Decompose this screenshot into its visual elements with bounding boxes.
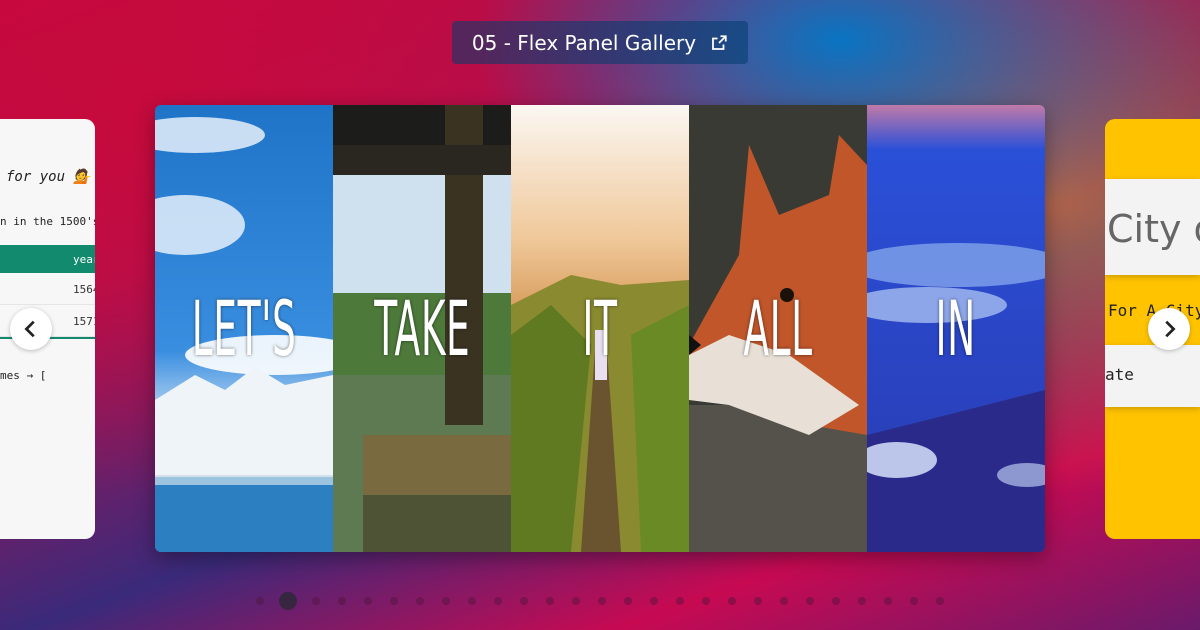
panel-word: TAKE: [373, 284, 471, 373]
previous-button[interactable]: [10, 308, 52, 350]
pagination-dot[interactable]: [936, 597, 944, 605]
pagination-dot[interactable]: [598, 597, 606, 605]
gallery-panel[interactable]: IN: [867, 105, 1045, 552]
pagination-dot[interactable]: [728, 597, 736, 605]
panel-word: ALL: [743, 284, 813, 373]
card-text: mes → [: [0, 369, 47, 382]
card-text: for you 💁: [6, 169, 91, 185]
pagination-dot[interactable]: [702, 597, 710, 605]
pagination-dot[interactable]: [520, 597, 528, 605]
pagination-dot[interactable]: [390, 597, 398, 605]
pagination-dot[interactable]: [572, 597, 580, 605]
pagination-dot[interactable]: [832, 597, 840, 605]
table-row: 1564: [0, 273, 95, 305]
pagination-dot[interactable]: [910, 597, 918, 605]
project-title-link[interactable]: 05 - Flex Panel Gallery: [452, 21, 748, 64]
pagination-dot[interactable]: [858, 597, 866, 605]
card-text: n in the 1500's: [0, 215, 95, 228]
gallery-panel[interactable]: TAKE: [333, 105, 511, 552]
pagination-dot[interactable]: [494, 597, 502, 605]
pagination-dot-active[interactable]: [279, 592, 297, 610]
pagination-dot[interactable]: [754, 597, 762, 605]
pagination-dot[interactable]: [624, 597, 632, 605]
pagination-dot[interactable]: [676, 597, 684, 605]
pagination-dot[interactable]: [338, 597, 346, 605]
pagination-dot[interactable]: [780, 597, 788, 605]
pagination-dot[interactable]: [416, 597, 424, 605]
gallery-panel[interactable]: IT: [511, 105, 689, 552]
pagination-dot[interactable]: [650, 597, 658, 605]
pagination-dot[interactable]: [468, 597, 476, 605]
pagination-dots: [0, 591, 1200, 611]
pagination-dot[interactable]: [442, 597, 450, 605]
pagination-dot[interactable]: [806, 597, 814, 605]
next-button[interactable]: [1148, 308, 1190, 350]
chevron-left-icon: [24, 320, 35, 338]
suggestion-item: ate: [1105, 345, 1200, 407]
panel-word: IN: [935, 284, 977, 373]
gallery-panel[interactable]: LET'S: [155, 105, 333, 552]
panel-word: LET'S: [191, 284, 297, 373]
flex-panel-gallery: LET'S TAKE IT ALL IN: [155, 105, 1045, 552]
pagination-dot[interactable]: [256, 597, 264, 605]
project-title: 05 - Flex Panel Gallery: [471, 30, 697, 55]
gallery-panel[interactable]: ALL: [689, 105, 867, 552]
pagination-dot[interactable]: [546, 597, 554, 605]
table-header: year: [0, 245, 95, 273]
search-input: City or: [1105, 179, 1200, 275]
pagination-dot[interactable]: [884, 597, 892, 605]
pagination-dot[interactable]: [312, 597, 320, 605]
chevron-right-icon: [1165, 320, 1176, 338]
panel-word: IT: [582, 284, 618, 373]
pagination-dot[interactable]: [364, 597, 372, 605]
external-link-icon: [712, 34, 727, 50]
